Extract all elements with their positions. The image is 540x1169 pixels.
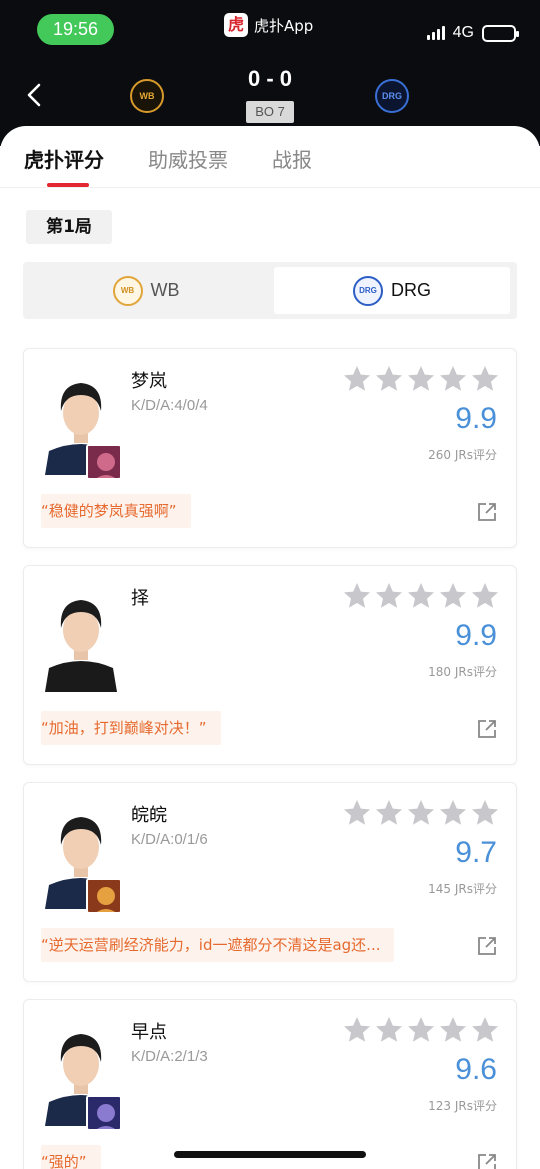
player-rating: 9.9 xyxy=(455,402,497,435)
vote-count: 123 JRs评分 xyxy=(428,1099,497,1113)
rating-stars[interactable] xyxy=(342,798,500,828)
star-icon[interactable] xyxy=(374,798,404,828)
match-score: 0 - 0 xyxy=(247,66,293,91)
top-comment[interactable]: “稳健的梦岚真强啊” xyxy=(41,494,191,528)
game-label[interactable]: 第1局 xyxy=(26,210,112,244)
star-icon[interactable] xyxy=(470,364,500,394)
star-icon[interactable] xyxy=(374,1015,404,1045)
star-icon[interactable] xyxy=(342,1015,372,1045)
match-header: 19:56 虎 虎扑App 4G WB 0 - 0 BO 7 DRG xyxy=(0,0,540,146)
star-icon[interactable] xyxy=(470,1015,500,1045)
player-name: 早点 xyxy=(131,1022,167,1043)
back-icon[interactable] xyxy=(24,82,46,108)
status-time: 19:56 xyxy=(37,14,114,45)
star-icon[interactable] xyxy=(406,364,436,394)
wb-logo-icon: WB xyxy=(112,275,143,306)
battery-icon xyxy=(482,24,519,42)
team-left-logo: WB xyxy=(130,79,164,113)
app-chip[interactable]: 虎 虎扑App xyxy=(224,12,313,38)
hero-icon xyxy=(86,444,122,480)
star-icon[interactable] xyxy=(406,798,436,828)
player-card[interactable]: 早点 K/D/A:2/1/3 9.6 123 JRs评分 “强的” xyxy=(23,999,517,1169)
rating-stars[interactable] xyxy=(342,581,500,611)
star-icon[interactable] xyxy=(438,1015,468,1045)
team-option-label: WB xyxy=(150,280,180,300)
hero-icon xyxy=(86,1095,122,1131)
vote-count: 145 JRs评分 xyxy=(428,882,497,896)
team-option-drg[interactable]: DRG DRG xyxy=(274,267,510,314)
star-icon[interactable] xyxy=(342,581,372,611)
signal-icon xyxy=(426,26,445,40)
share-icon[interactable] xyxy=(477,1153,497,1169)
star-icon[interactable] xyxy=(374,364,404,394)
team-option-wb[interactable]: WB WB xyxy=(28,267,264,314)
top-comment[interactable]: “加油，打到巅峰对决！” xyxy=(41,711,221,745)
player-rating: 9.7 xyxy=(455,836,497,869)
player-kda: K/D/A:4/0/4 xyxy=(131,397,208,414)
tab-underline xyxy=(47,183,89,187)
tab-bar: 虎扑评分 助威投票 战报 xyxy=(0,126,540,188)
home-indicator xyxy=(174,1151,366,1158)
vote-count: 180 JRs评分 xyxy=(428,665,497,679)
star-icon[interactable] xyxy=(406,1015,436,1045)
player-name: 皖皖 xyxy=(131,805,167,826)
player-name: 择 xyxy=(131,588,149,609)
star-icon[interactable] xyxy=(470,581,500,611)
star-icon[interactable] xyxy=(470,798,500,828)
star-icon[interactable] xyxy=(438,364,468,394)
hero-icon xyxy=(86,878,122,914)
player-rating: 9.9 xyxy=(455,619,497,652)
share-icon[interactable] xyxy=(477,719,497,739)
player-card[interactable]: 皖皖 K/D/A:0/1/6 9.7 145 JRs评分 “逆天运营刷经济能力，i… xyxy=(23,782,517,982)
team-switch: WB WB DRG DRG xyxy=(23,262,517,319)
star-icon[interactable] xyxy=(406,581,436,611)
player-card[interactable]: 择 9.9 180 JRs评分 “加油，打到巅峰对决！” xyxy=(23,565,517,765)
series-format: BO 7 xyxy=(246,101,294,123)
rating-stars[interactable] xyxy=(342,1015,500,1045)
app-logo-icon: 虎 xyxy=(224,13,248,37)
drg-logo-icon: DRG xyxy=(353,275,383,306)
app-name: 虎扑App xyxy=(254,16,314,35)
player-name: 梦岚 xyxy=(131,371,167,392)
share-icon[interactable] xyxy=(477,936,497,956)
rating-stars[interactable] xyxy=(342,364,500,394)
vote-count: 260 JRs评分 xyxy=(428,448,497,462)
player-rating: 9.6 xyxy=(455,1053,497,1086)
tab-cheer-vote[interactable]: 助威投票 xyxy=(148,144,228,173)
star-icon[interactable] xyxy=(342,798,372,828)
team-option-label: DRG xyxy=(391,280,431,300)
top-comment[interactable]: “强的” xyxy=(41,1145,101,1169)
star-icon[interactable] xyxy=(438,581,468,611)
tab-battle-report[interactable]: 战报 xyxy=(272,144,312,173)
star-icon[interactable] xyxy=(342,364,372,394)
share-icon[interactable] xyxy=(477,502,497,522)
status-indicators: 4G xyxy=(426,24,519,42)
team-right-logo: DRG xyxy=(375,79,409,113)
player-avatar xyxy=(41,584,121,692)
tab-hupu-rating[interactable]: 虎扑评分 xyxy=(24,144,104,173)
star-icon[interactable] xyxy=(374,581,404,611)
player-kda: K/D/A:0/1/6 xyxy=(131,831,208,848)
star-icon[interactable] xyxy=(438,798,468,828)
network-label: 4G xyxy=(452,24,474,41)
player-kda: K/D/A:2/1/3 xyxy=(131,1048,208,1065)
player-card[interactable]: 梦岚 K/D/A:4/0/4 9.9 260 JRs评分 “稳健的梦岚真强啊” xyxy=(23,348,517,548)
top-comment[interactable]: “逆天运营刷经济能力，id一遮都分不清这是ag还... xyxy=(41,928,395,962)
